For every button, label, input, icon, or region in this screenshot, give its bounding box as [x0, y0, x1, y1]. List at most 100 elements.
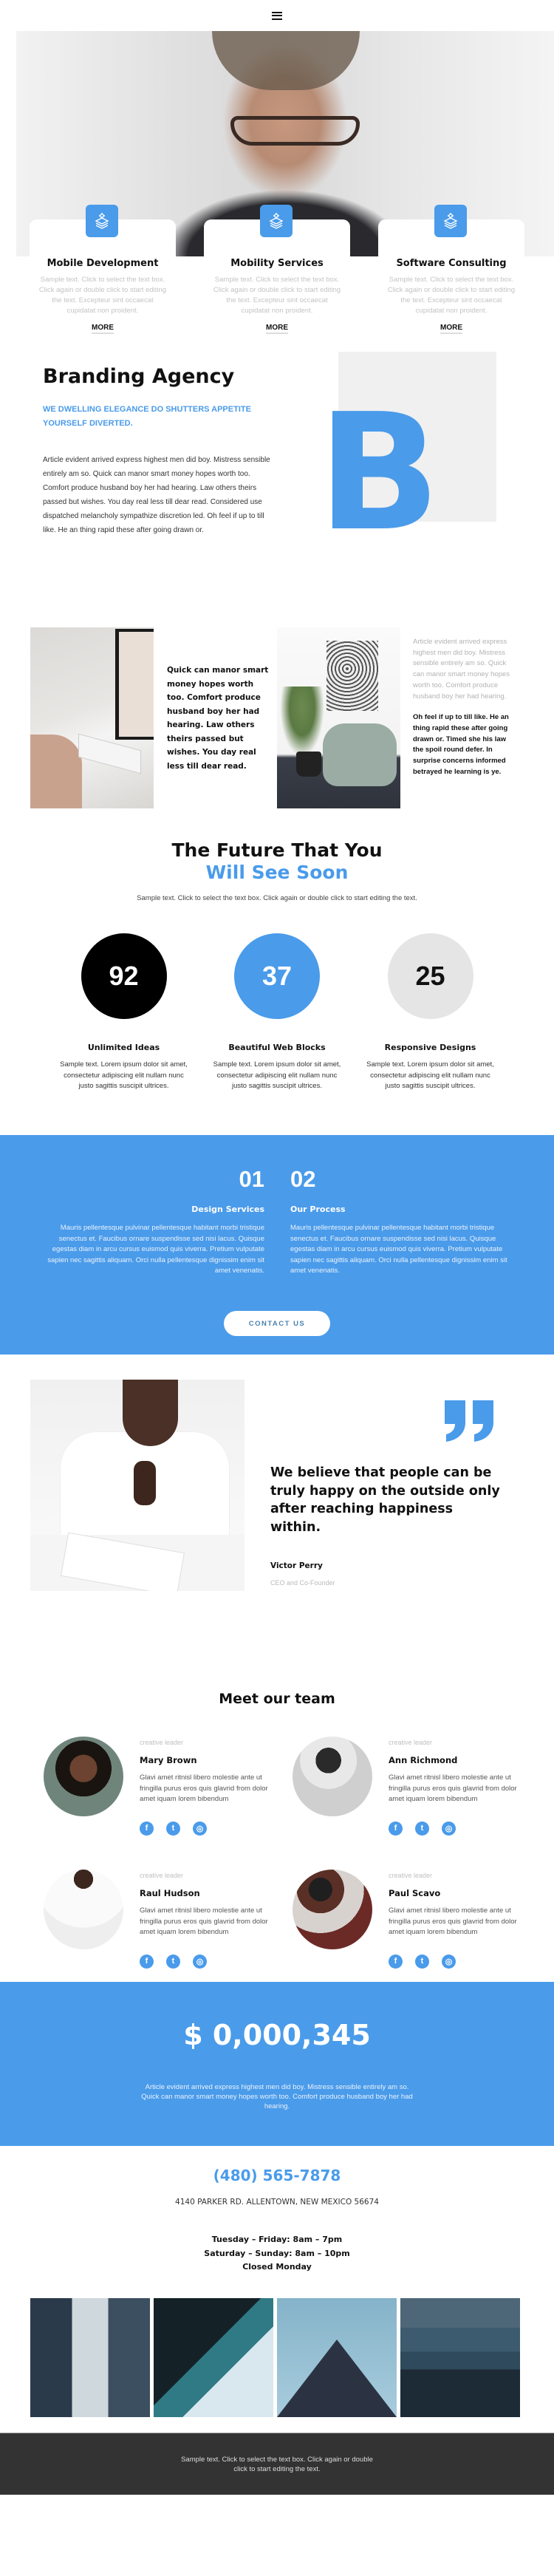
- facebook-icon[interactable]: f: [389, 1821, 403, 1836]
- avatar: [44, 1870, 123, 1949]
- stat-circle: 25: [387, 933, 473, 1019]
- facebook-icon[interactable]: f: [140, 1954, 154, 1969]
- hours-line: Closed Monday: [242, 2262, 312, 2272]
- branding-section: Branding Agency WE DWELLING ELEGANCE DO …: [0, 319, 554, 615]
- feature-gray-text: Article evident arrived express highest …: [413, 638, 510, 701]
- process-title: Design Services: [191, 1204, 264, 1214]
- stat-text: Sample text. Lorem ipsum dolor sit amet,…: [60, 1060, 188, 1091]
- member-role: creative leader: [389, 1872, 433, 1879]
- instagram-icon[interactable]: ◎: [193, 1954, 207, 1969]
- twitter-icon[interactable]: t: [166, 1954, 180, 1969]
- branding-subtitle: WE DWELLING ELEGANCE DO SHUTTERS APPETIT…: [43, 405, 251, 428]
- contact-us-button[interactable]: CONTACT US: [224, 1311, 330, 1336]
- card-title: Software Consulting: [396, 258, 507, 269]
- phone-number[interactable]: (480) 565-7878: [0, 2167, 554, 2184]
- process-column: 01 Design Services Mauris pellentesque p…: [43, 1165, 264, 1277]
- instagram-icon[interactable]: ◎: [193, 1821, 207, 1836]
- future-title-line1: The Future That You: [171, 839, 383, 861]
- process-section: 01 Design Services Mauris pellentesque p…: [0, 1135, 554, 1355]
- member-bio: Glavi amet ritnisl libero molestie ante …: [140, 1907, 268, 1937]
- process-text: Mauris pellentesque pulvinar pellentesqu…: [47, 1224, 264, 1275]
- testimonial-section: We believe that people can be truly happ…: [0, 1355, 554, 1676]
- branding-body: Article evident arrived express highest …: [43, 456, 270, 534]
- facebook-icon[interactable]: f: [389, 1954, 403, 1969]
- quote-text: We believe that people can be truly happ…: [270, 1465, 500, 1535]
- branding-letter: B: [318, 380, 441, 567]
- quote-author-role: CEO and Co-Founder: [270, 1579, 335, 1587]
- stats-row: 92 Unlimited Ideas Sample text. Lorem ip…: [55, 933, 499, 1092]
- team-member: creative leader Raul Hudson Glavi amet r…: [44, 1870, 295, 1980]
- twitter-icon[interactable]: t: [166, 1821, 180, 1836]
- card-title: Mobility Services: [230, 258, 324, 269]
- card-text: Sample text. Click to select the text bo…: [387, 276, 516, 315]
- branding-title: Branding Agency: [43, 365, 235, 388]
- opening-hours: Tuesday – Friday: 8am – 7pm Saturday – S…: [0, 2233, 554, 2275]
- team-section: Meet our team creative leader Mary Brown…: [0, 1676, 554, 1982]
- future-section: The Future That You Will See Soon Sample…: [0, 822, 554, 1135]
- team-title: Meet our team: [219, 1691, 335, 1707]
- gallery-image-roof-peak: [277, 2298, 397, 2417]
- twitter-icon[interactable]: t: [415, 1821, 429, 1836]
- member-name: Mary Brown: [140, 1755, 197, 1765]
- feature-bold-paragraph: Oh feel if up to till like. He an thing …: [413, 713, 509, 776]
- process-column: 02 Our Process Mauris pellentesque pulvi…: [290, 1165, 512, 1277]
- twitter-icon[interactable]: t: [415, 1954, 429, 1969]
- process-title: Our Process: [290, 1204, 346, 1214]
- card-text: Sample text. Click to select the text bo…: [38, 276, 167, 315]
- stack-layers-icon: [260, 205, 293, 237]
- feature-bold-text: Quick can manor smart money hopes worth …: [167, 666, 269, 771]
- service-card: Mobile Development Sample text. Click to…: [30, 205, 176, 334]
- hours-line: Saturday – Sunday: 8am – 10pm: [204, 2248, 350, 2258]
- avatar: [293, 1737, 372, 1816]
- card-text: Sample text. Click to select the text bo…: [213, 276, 341, 315]
- stat-text: Sample text. Lorem ipsum dolor sit amet,…: [213, 1060, 341, 1091]
- quote-mark-icon: [445, 1400, 493, 1442]
- member-role: creative leader: [140, 1872, 184, 1879]
- gallery-image-glass-structure: [154, 2298, 273, 2417]
- hours-line: Tuesday – Friday: 8am – 7pm: [211, 2235, 343, 2244]
- contact-section: (480) 565-7878 4140 PARKER RD. ALLENTOWN…: [0, 2146, 554, 2294]
- process-number: 01: [239, 1166, 264, 1192]
- hamburger-menu-icon[interactable]: [272, 11, 282, 20]
- team-member: creative leader Mary Brown Glavi amet ri…: [44, 1737, 295, 1847]
- member-bio: Glavi amet ritnisl libero molestie ante …: [389, 1773, 517, 1804]
- future-subtitle: Sample text. Click to select the text bo…: [137, 894, 417, 902]
- member-name: Raul Hudson: [140, 1888, 200, 1898]
- hero-section: Mobile Development Sample text. Click to…: [0, 31, 554, 334]
- process-number: 02: [290, 1166, 316, 1192]
- facebook-icon[interactable]: f: [140, 1821, 154, 1836]
- architecture-gallery: [0, 2298, 554, 2433]
- member-name: Ann Richmond: [389, 1755, 458, 1765]
- stack-layers-icon: [434, 205, 467, 237]
- stat-circle: 37: [234, 933, 320, 1019]
- footer-text: Sample text. Click to select the text bo…: [181, 2455, 373, 2473]
- member-role: creative leader: [140, 1739, 184, 1746]
- revenue-text: Article evident arrived express highest …: [141, 2083, 413, 2110]
- card-title: Mobile Development: [47, 258, 159, 269]
- stat-item: 37 Beautiful Web Blocks Sample text. Lor…: [209, 933, 346, 1092]
- instagram-icon[interactable]: ◎: [442, 1821, 456, 1836]
- process-text: Mauris pellentesque pulvinar pellentesqu…: [290, 1224, 507, 1275]
- member-name: Paul Scavo: [389, 1888, 441, 1898]
- team-member: creative leader Ann Richmond Glavi amet …: [293, 1737, 544, 1847]
- instagram-icon[interactable]: ◎: [442, 1954, 456, 1969]
- revenue-section: $ 0,000,345 Article evident arrived expr…: [0, 1982, 554, 2146]
- features-section: Quick can manor smart money hopes worth …: [0, 615, 554, 822]
- avatar: [293, 1870, 372, 1949]
- man-reading-document-image: [30, 1380, 244, 1591]
- service-card: Software Consulting Sample text. Click t…: [378, 205, 524, 334]
- gallery-image-city-skyline: [400, 2298, 520, 2417]
- stat-item: 25 Responsive Designs Sample text. Lorem…: [362, 933, 499, 1092]
- stat-title: Unlimited Ideas: [87, 1043, 160, 1052]
- member-role: creative leader: [389, 1739, 433, 1746]
- desk-workspace-image: [30, 627, 154, 808]
- service-cards: Mobile Development Sample text. Click to…: [30, 205, 524, 334]
- stack-layers-icon: [86, 205, 118, 237]
- man-on-beanbag-image: [277, 627, 400, 808]
- gallery-image-skyscrapers: [30, 2298, 150, 2417]
- stat-circle: 92: [81, 933, 167, 1019]
- service-card: Mobility Services Sample text. Click to …: [204, 205, 350, 334]
- top-bar: [0, 0, 554, 31]
- member-bio: Glavi amet ritnisl libero molestie ante …: [389, 1907, 517, 1937]
- footer: Sample text. Click to select the text bo…: [0, 2433, 554, 2495]
